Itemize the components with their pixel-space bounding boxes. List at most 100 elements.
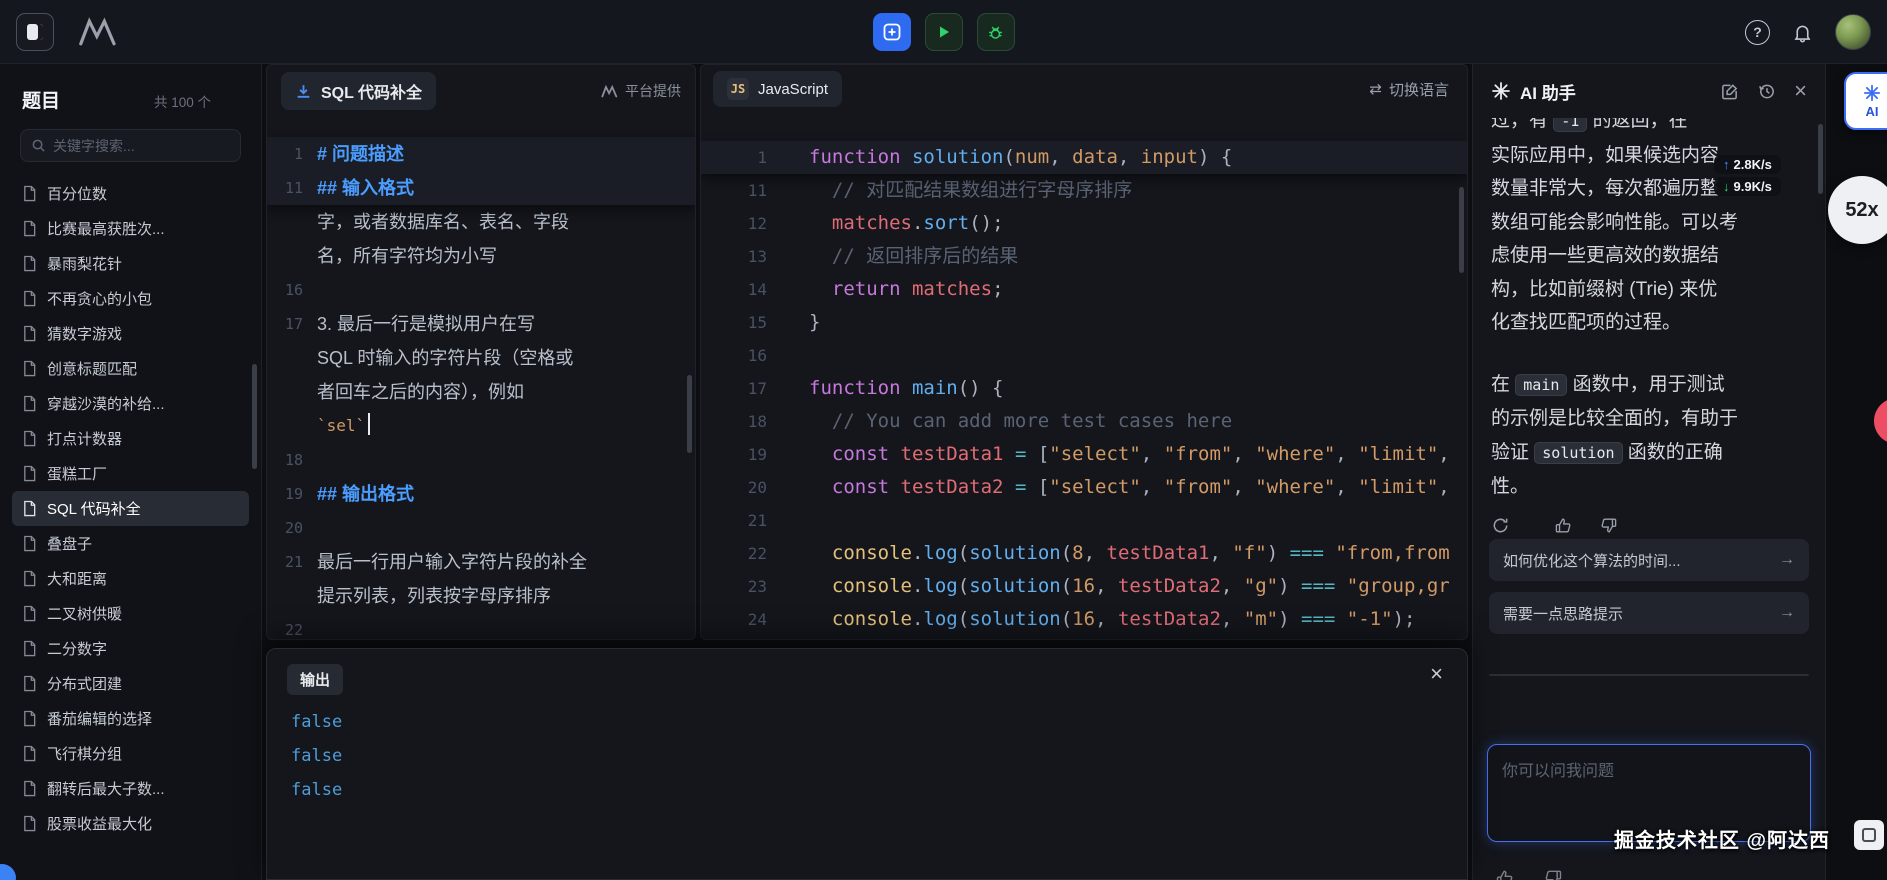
- history-icon[interactable]: [1757, 82, 1776, 101]
- sidebar-item[interactable]: 二叉树供暖: [12, 596, 249, 631]
- sidebar-item[interactable]: 分布式团建: [12, 666, 249, 701]
- line-number: [267, 579, 303, 613]
- sidebar-item[interactable]: 穿越沙漠的补给...: [12, 386, 249, 421]
- problem-scrollbar[interactable]: [687, 375, 692, 453]
- line-number: 19: [701, 438, 767, 471]
- regenerate-icon[interactable]: [1491, 516, 1510, 535]
- code-line: 12 matches.sort();: [701, 207, 1467, 240]
- ai-sparkle-icon: [1863, 84, 1881, 102]
- thumbs-down-icon[interactable]: [1543, 868, 1563, 880]
- new-chat-icon[interactable]: [1720, 82, 1739, 101]
- upload-arrow-icon: ↑: [1723, 157, 1730, 172]
- line-number: 19: [267, 477, 303, 511]
- zoom-badge[interactable]: 52x: [1828, 176, 1887, 244]
- sidebar-item[interactable]: 暴雨梨花针: [12, 246, 249, 281]
- sidebar-item[interactable]: 蛋糕工厂: [12, 456, 249, 491]
- sidebar-item[interactable]: 番茄编辑的选择: [12, 701, 249, 736]
- add-button[interactable]: [873, 13, 911, 51]
- sidebar-item[interactable]: 二分数字: [12, 631, 249, 666]
- line-number: 22: [701, 537, 767, 570]
- problem-line-text: [303, 443, 317, 477]
- thumbs-up-icon[interactable]: [1495, 868, 1515, 880]
- problem-line: 字，或者数据库名、表名、字段: [267, 205, 695, 239]
- ai-text-line: 的示例是比较全面的，有助于: [1491, 402, 1811, 436]
- suggestion-divider: [1489, 674, 1809, 676]
- suggestion-chip[interactable]: 如何优化这个算法的时间...→: [1489, 539, 1809, 581]
- sidebar-item-label: 百分位数: [47, 183, 107, 204]
- problem-scroll: 字，或者数据库名、表名、字段名，所有字符均为小写16173. 最后一行是模拟用户…: [267, 205, 695, 639]
- code-line-text: console.log(solution(16, testData2, "m")…: [767, 603, 1467, 636]
- language-name: JavaScript: [758, 81, 828, 98]
- sidebar-item[interactable]: 叠盘子: [12, 526, 249, 561]
- close-icon[interactable]: ×: [1794, 81, 1807, 101]
- ai-actions: [1491, 516, 1811, 535]
- problem-line-text: `sel`: [303, 409, 370, 443]
- ai-text-line: 过，有 -1 的返回，在: [1491, 118, 1811, 139]
- platform-logo-icon: [601, 85, 619, 98]
- problem-line: 名，所有字符均为小写: [267, 239, 695, 273]
- help-icon[interactable]: ?: [1745, 20, 1770, 45]
- problem-title-pill[interactable]: SQL 代码补全: [281, 72, 436, 110]
- ai-body: 过，有 -1 的返回，在实际应用中，如果候选内容数量非常大，每次都遍历整数组可能…: [1473, 118, 1825, 880]
- sidebar-item[interactable]: 创意标题匹配: [12, 351, 249, 386]
- sidebar-item[interactable]: 股票收益最大化: [12, 806, 249, 841]
- document-icon: [22, 500, 37, 517]
- run-button[interactable]: [925, 13, 963, 51]
- sidebar-item[interactable]: 飞行棋分组: [12, 736, 249, 771]
- problem-editor[interactable]: 1# 问题描述11## 输入格式 字，或者数据库名、表名、字段名，所有字符均为小…: [267, 117, 695, 639]
- output-title: 输出: [287, 664, 343, 695]
- sidebar-item[interactable]: 大和距离: [12, 561, 249, 596]
- close-icon[interactable]: ×: [1430, 663, 1443, 685]
- bug-icon: [986, 23, 1005, 42]
- document-icon: [22, 465, 37, 482]
- notifications-icon[interactable]: [1792, 22, 1813, 43]
- download-speed: 9.9K/s: [1734, 179, 1772, 194]
- search-box[interactable]: [20, 129, 241, 162]
- problem-panel: SQL 代码补全 平台提供 1# 问题描述11## 输入格式 字，或者数据库名、…: [266, 64, 696, 640]
- download-icon: [295, 83, 312, 100]
- sidebar-item[interactable]: SQL 代码补全: [12, 491, 249, 526]
- problem-line: 18: [267, 443, 695, 477]
- ai-scrollbar[interactable]: [1818, 124, 1823, 194]
- sidebar-scrollbar[interactable]: [252, 364, 257, 469]
- code-line: 21: [701, 504, 1467, 537]
- line-number: [267, 239, 303, 273]
- app-logo-button[interactable]: [16, 13, 54, 51]
- document-icon: [22, 360, 37, 377]
- switch-language-button[interactable]: ⇄ 切换语言: [1369, 79, 1455, 100]
- provider-text: 平台提供: [625, 81, 681, 101]
- thumbs-down-icon[interactable]: [1599, 516, 1618, 535]
- problem-title: SQL 代码补全: [321, 79, 422, 103]
- code-line: 13 // 返回排序后的结果: [701, 240, 1467, 273]
- debug-button[interactable]: [977, 13, 1015, 51]
- language-tab[interactable]: JS JavaScript: [713, 71, 842, 107]
- suggestion-chip[interactable]: 需要一点思路提示→: [1489, 592, 1809, 634]
- problem-line-text: 提示列表，列表按字母序排序: [303, 579, 551, 613]
- problem-header: SQL 代码补全 平台提供: [267, 65, 695, 117]
- text-cursor: [368, 413, 370, 435]
- ai-assistant-fab[interactable]: AI: [1844, 72, 1887, 130]
- problem-line-text: ## 输入格式: [303, 171, 414, 205]
- sidebar-item[interactable]: 百分位数: [12, 176, 249, 211]
- problem-line-text: 字，或者数据库名、表名、字段: [303, 205, 569, 239]
- sidebar-item-label: 创意标题匹配: [47, 358, 137, 379]
- code-editor[interactable]: 1function solution(num, data, input) { 1…: [701, 113, 1467, 639]
- sidebar-item[interactable]: 打点计数器: [12, 421, 249, 456]
- sidebar-item[interactable]: 猜数字游戏: [12, 316, 249, 351]
- switch-language-label: 切换语言: [1389, 79, 1449, 100]
- avatar[interactable]: [1835, 14, 1871, 50]
- plus-square-icon: [882, 22, 902, 42]
- widget-float[interactable]: [1854, 820, 1884, 850]
- sidebar-item[interactable]: 翻转后最大子数...: [12, 771, 249, 806]
- problem-list: 百分位数比赛最高获胜次...暴雨梨花针不再贪心的小包猜数字游戏创意标题匹配穿越沙…: [0, 176, 261, 841]
- code-line-text: matches.sort();: [767, 207, 1467, 240]
- sidebar-item[interactable]: 比赛最高获胜次...: [12, 211, 249, 246]
- search-input[interactable]: [53, 138, 230, 154]
- problem-line: SQL 时输入的字符片段（空格或: [267, 341, 695, 375]
- promo-float[interactable]: [1874, 398, 1887, 444]
- editor-scrollbar[interactable]: [1459, 187, 1464, 273]
- marscode-logo-icon: [76, 17, 122, 47]
- sidebar-item[interactable]: 不再贪心的小包: [12, 281, 249, 316]
- thumbs-up-icon[interactable]: [1554, 516, 1573, 535]
- line-number: 1: [701, 141, 767, 174]
